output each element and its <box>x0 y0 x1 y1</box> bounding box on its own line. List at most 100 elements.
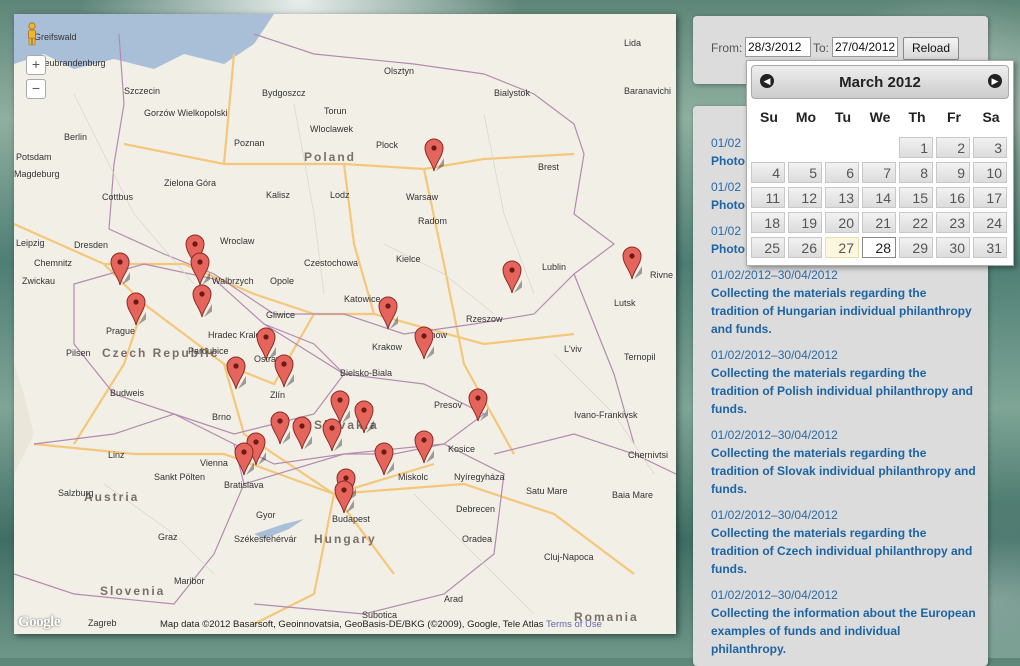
city-label: Lida <box>624 38 642 48</box>
item-title-line[interactable]: Collecting the materials regarding the <box>711 444 976 462</box>
calendar-day[interactable]: 30 <box>936 237 970 258</box>
city-label: Chemnitz <box>34 258 73 268</box>
item-title-line[interactable]: and funds. <box>711 320 976 338</box>
city-label: Torun <box>324 106 347 116</box>
item-title-line[interactable]: Collecting the information about the Eur… <box>711 604 976 622</box>
calendar-day[interactable]: 20 <box>825 212 859 233</box>
calendar-day[interactable]: 11 <box>751 187 785 208</box>
item-title-line[interactable]: funds. <box>711 480 976 498</box>
city-label: Vienna <box>200 458 228 468</box>
calendar-day[interactable]: 27 <box>825 237 859 258</box>
map-marker-icon[interactable] <box>226 356 246 390</box>
map-marker-icon[interactable] <box>378 296 398 330</box>
map-marker-icon[interactable] <box>274 354 294 388</box>
map-marker-icon[interactable] <box>502 260 522 294</box>
map-marker-icon[interactable] <box>468 388 488 422</box>
map-marker-icon[interactable] <box>234 442 254 476</box>
weekday-header: Mo <box>795 109 817 125</box>
map-marker-icon[interactable] <box>126 292 146 326</box>
list-item[interactable]: 01/02/2012–30/04/2012 Collecting the mate… <box>711 346 976 418</box>
calendar-day[interactable]: 19 <box>788 212 822 233</box>
city-label: Linz <box>108 450 125 460</box>
calendar-day[interactable]: 14 <box>862 187 896 208</box>
calendar-day[interactable]: 2 <box>936 137 970 158</box>
map-marker-icon[interactable] <box>192 284 212 318</box>
list-item[interactable]: 01/02/2012–30/04/2012 Collecting the mate… <box>711 506 976 578</box>
map[interactable]: Poland Czech Republic Slovakia Austria H… <box>14 14 676 634</box>
reload-button[interactable]: Reload <box>903 37 959 60</box>
calendar-day[interactable]: 21 <box>862 212 896 233</box>
map-marker-icon[interactable] <box>270 411 290 445</box>
calendar-day[interactable]: 8 <box>899 162 933 183</box>
map-marker-icon[interactable] <box>190 252 210 286</box>
calendar-day[interactable]: 22 <box>899 212 933 233</box>
city-label: Brno <box>212 412 232 422</box>
list-item[interactable]: 01/02/2012–30/04/2012 Collecting the info… <box>711 586 976 658</box>
list-item[interactable]: 01/02/2012–30/04/2012 Collecting the mate… <box>711 266 976 338</box>
city-label: Zwickau <box>22 276 56 286</box>
map-marker-icon[interactable] <box>414 326 434 360</box>
calendar-day[interactable]: 5 <box>788 162 822 183</box>
calendar-day[interactable]: 26 <box>788 237 822 258</box>
city-label: Gliwice <box>266 310 296 320</box>
calendar-day[interactable]: 10 <box>973 162 1007 183</box>
to-date-input[interactable] <box>832 37 898 57</box>
from-date-input[interactable] <box>745 37 811 57</box>
calendar-day[interactable]: 28 <box>862 237 896 258</box>
item-date: 01/02/2012–30/04/2012 <box>711 508 838 522</box>
map-marker-icon[interactable] <box>424 138 444 172</box>
calendar-day[interactable]: 15 <box>899 187 933 208</box>
item-title-line[interactable]: Collecting the materials regarding the <box>711 524 976 542</box>
next-month-icon[interactable]: ▶ <box>988 74 1002 88</box>
calendar-day[interactable]: 16 <box>936 187 970 208</box>
item-title-line[interactable]: tradition of Hungarian individual philan… <box>711 302 976 320</box>
calendar-day[interactable]: 23 <box>936 212 970 233</box>
zoom-out-button[interactable]: − <box>26 79 46 99</box>
calendar-day[interactable]: 12 <box>788 187 822 208</box>
city-label: Gorzów Wielkopolski <box>144 108 228 118</box>
calendar-day[interactable]: 29 <box>899 237 933 258</box>
item-title-line[interactable]: tradition of Polish individual philanthr… <box>711 382 976 400</box>
map-marker-icon[interactable] <box>110 252 130 286</box>
map-marker-icon[interactable] <box>256 327 276 361</box>
map-marker-icon[interactable] <box>622 246 642 280</box>
map-marker-icon[interactable] <box>414 430 434 464</box>
list-item[interactable]: 01/02/2012–30/04/2012 Collecting the mate… <box>711 426 976 498</box>
city-label: Rzeszow <box>466 314 503 324</box>
calendar-day[interactable]: 18 <box>751 212 785 233</box>
map-marker-icon[interactable] <box>322 418 342 452</box>
map-marker-icon[interactable] <box>354 400 374 434</box>
item-title-line[interactable]: tradition of Slovak individual philanthr… <box>711 462 976 480</box>
calendar-day[interactable]: 3 <box>973 137 1007 158</box>
calendar-day[interactable]: 4 <box>751 162 785 183</box>
calendar-day[interactable]: 31 <box>973 237 1007 258</box>
item-title-line[interactable]: Collecting the materials regarding the <box>711 364 976 382</box>
city-label: Katowice <box>344 294 381 304</box>
map-marker-icon[interactable] <box>334 480 354 514</box>
map-marker-icon[interactable] <box>374 442 394 476</box>
pegman-icon[interactable] <box>24 22 40 46</box>
item-title-line[interactable]: funds. <box>711 400 976 418</box>
calendar-day[interactable]: 9 <box>936 162 970 183</box>
map-zoom-control[interactable]: + − <box>24 22 48 99</box>
calendar-day[interactable]: 6 <box>825 162 859 183</box>
item-title-line[interactable]: Collecting the materials regarding the <box>711 284 976 302</box>
terms-of-use-link[interactable]: Terms of Use <box>546 619 602 630</box>
city-label: Czestochowa <box>304 258 359 268</box>
calendar-day[interactable]: 1 <box>899 137 933 158</box>
item-title-line[interactable]: tradition of Czech individual philanthro… <box>711 542 976 560</box>
map-marker-icon[interactable] <box>292 416 312 450</box>
calendar-day[interactable]: 17 <box>973 187 1007 208</box>
item-title-line[interactable]: examples of funds and individual <box>711 622 976 640</box>
item-title-line[interactable]: philanthropy. <box>711 640 976 658</box>
calendar-day[interactable]: 7 <box>862 162 896 183</box>
calendar-day[interactable]: 13 <box>825 187 859 208</box>
datepicker[interactable]: ◀ March 2012 ▶ Su Mo Tu We Th Fr Sa 1 2 3 4 5 6 7 8 9 10… <box>746 60 1014 266</box>
item-title-line[interactable]: funds. <box>711 560 976 578</box>
city-label: Dresden <box>74 240 109 250</box>
calendar-day[interactable]: 24 <box>973 212 1007 233</box>
zoom-in-button[interactable]: + <box>26 55 46 75</box>
google-logo[interactable]: Google <box>18 614 61 631</box>
calendar-day[interactable]: 25 <box>751 237 785 258</box>
city-label: Bydgoszcz <box>262 88 306 98</box>
